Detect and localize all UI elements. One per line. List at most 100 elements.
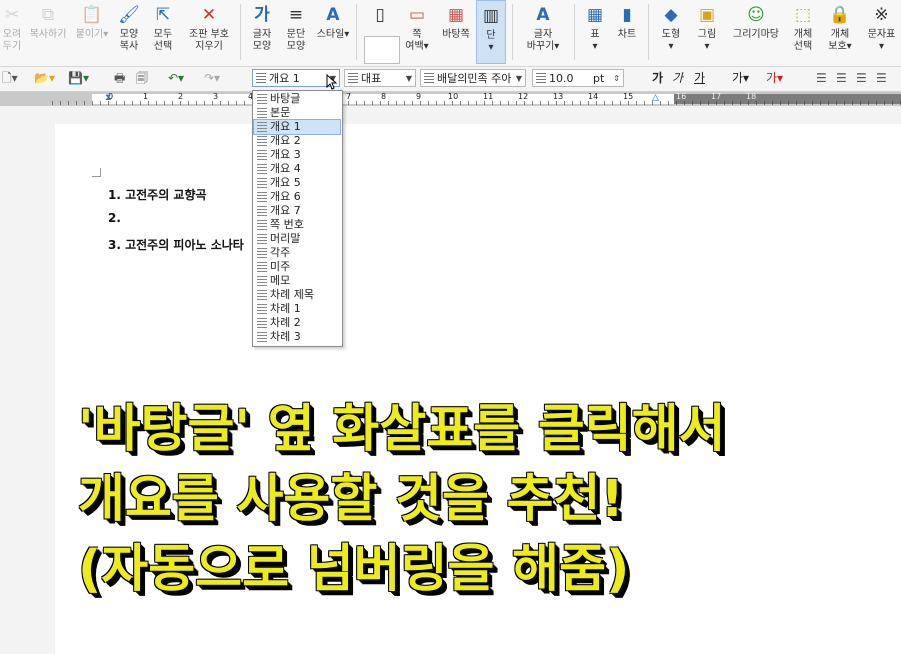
font-size-value: 10.0 [549,72,574,85]
style-list-icon [256,73,266,84]
shape-label: 도형 ▾ [661,29,681,52]
style-item[interactable]: 개요 3 [254,148,340,162]
chart-button[interactable]: ▮ 차트 [612,0,642,64]
style-item[interactable]: 차례 제목 [254,288,340,302]
paste-label: 붙이기▾ [75,29,109,40]
replace-char-button[interactable]: A 글자 바꾸기▾ [518,0,568,64]
ribbon-separator [356,4,357,60]
preview-icon[interactable]: 🗐 [136,70,148,87]
font-size-combo[interactable]: 10.0 pt ⇕ [532,69,624,87]
style-item-selected[interactable]: 개요 1 [253,119,341,135]
style-combo-value: 개요 1 [269,72,300,85]
style-item[interactable]: 본문 [254,106,340,120]
page-icon-button[interactable]: ▯ [360,0,400,64]
clear-format-button[interactable]: ✕ 조판 부호 지우기 [182,0,236,64]
ruler-number: 9 [416,92,422,101]
language-combo[interactable]: 대표 ▼ [344,69,416,87]
style-item[interactable]: 쪽 번호 [254,218,340,232]
brush-icon: 🖌 [118,5,140,25]
style-item[interactable]: 개요 5 [254,176,340,190]
style-item[interactable]: 메모 [254,274,340,288]
style-item[interactable]: 머리말 [254,232,340,246]
style-item-label: 개요 1 [270,120,301,133]
bold-button[interactable]: 가 [652,70,663,87]
ruler-number: 18 [746,92,757,101]
outline-line-2[interactable]: 2. [108,211,121,225]
style-icon [257,178,267,188]
print-icon[interactable]: 🖶 [114,70,125,87]
char-shape-button[interactable]: 가 글자 모양 [246,0,278,64]
drawing-label: 그리기마당 [733,29,779,40]
italic-button[interactable]: 가 [672,70,683,87]
scissors-icon: ✂ [4,5,20,25]
ribbon: ✂ 오려 두기 ⧉ 복사하기 📋 붙이기▾ 🖌 모양 복사 ⇱ 모두 선택 ✕ 조판 부호 … [0,0,901,67]
open-folder-icon[interactable]: 📂▾ [34,70,55,87]
style-button[interactable]: A 스타일▾ [314,0,352,64]
undo-icon[interactable]: ↶▾ [168,70,184,87]
style-item[interactable]: 차례 1 [254,302,340,316]
style-item[interactable]: 차례 2 [254,316,340,330]
chevron-down-icon[interactable]: ▼ [516,70,522,86]
picture-label: 그림 ▾ [697,29,717,52]
strike-button[interactable]: 가▾ [732,70,749,87]
underline-button[interactable]: 가 [694,70,705,87]
cut-button[interactable]: ✂ 오려 두기 [0,0,24,64]
style-item[interactable]: 바탕글 [254,92,340,106]
object-protect-button[interactable]: 🔒 개체 보호▾ [822,0,858,64]
para-shape-label: 문단 모양 [286,29,306,52]
save-icon[interactable]: 💾▾ [68,70,89,87]
replace-icon: A [536,5,550,25]
font-combo[interactable]: 배달의민족 주아 ▼ [420,69,526,87]
align-justify-icon[interactable]: ☰ [816,70,827,87]
page-margin-button[interactable]: ▭ 쪽 여백▾ [400,0,434,64]
format-copy-button[interactable]: 🖌 모양 복사 [112,0,146,64]
align-right-icon[interactable]: ☰ [856,70,867,87]
font-color-button[interactable]: 가▾ [766,70,783,87]
style-item[interactable]: 각주 [254,246,340,260]
right-indent-marker-icon[interactable]: △ [652,93,659,103]
spin-icon[interactable]: ⇕ [613,70,620,86]
background-button[interactable]: ▦ 바탕쪽 [436,0,476,64]
copy-icon: ⧉ [41,5,55,25]
style-item[interactable]: 개요 7 [254,204,340,218]
picture-button[interactable]: ▣ 그림 ▾ [690,0,724,64]
style-item-label: 개요 5 [270,176,301,189]
outline-line-3[interactable]: 3. 고전주의 피아노 소나타 [108,236,244,253]
para-shape-button[interactable]: ≡ 문단 모양 [280,0,312,64]
copy-button[interactable]: ⧉ 복사하기 [24,0,72,64]
indent-marker-icon[interactable]: ⧗ [105,93,111,103]
style-item[interactable]: 개요 6 [254,190,340,204]
language-combo-value: 대표 [361,72,382,85]
new-doc-icon[interactable]: 🗋▾ [2,70,18,87]
outline-line-1[interactable]: 1. 고전주의 교향곡 [108,186,207,203]
select-all-button[interactable]: ⇱ 모두 선택 [146,0,180,64]
format-copy-label: 모양 복사 [119,29,139,52]
style-item[interactable]: 개요 4 [254,162,340,176]
ribbon-separator [648,4,649,60]
horizontal-ruler[interactable]: 0 1 2 3 4 7 8 9 10 11 12 13 14 15 16 17 … [0,92,901,106]
clear-format-label: 조판 부호 지우기 [189,29,229,52]
style-item[interactable]: 미주 [254,260,340,274]
symbol-button[interactable]: ※ 문자표 ▾ [862,0,901,64]
style-icon [257,122,267,132]
style-icon [257,150,267,160]
chart-label: 차트 [617,29,637,40]
align-center-icon[interactable]: ☰ [876,70,887,87]
style-item[interactable]: 개요 2 [254,134,340,148]
lock-icon: 🔒 [829,5,851,25]
align-left-icon[interactable]: ☰ [836,70,847,87]
style-dropdown-list[interactable]: 바탕글 본문 개요 1 개요 2 개요 3 개요 4 개요 5 개요 6 개요 … [252,90,343,347]
style-icon [257,192,267,202]
style-icon [257,108,267,118]
columns-button[interactable]: ▥ 단 ▾ [476,0,506,64]
caption-line-1: '바탕글' 옆 화살표를 클릭해서 [78,400,726,459]
paste-button[interactable]: 📋 붙이기▾ [72,0,112,64]
drawing-button[interactable]: ☺ 그리기마당 [726,0,786,64]
chevron-down-icon[interactable]: ▼ [406,70,412,86]
style-item[interactable]: 차례 3 [254,330,340,344]
object-select-button[interactable]: ⬚ 개체 선택 [786,0,820,64]
shape-button[interactable]: ◆ 도형 ▾ [654,0,688,64]
style-item-label: 메모 [270,274,291,287]
table-button[interactable]: ▦ 표 ▾ [580,0,610,64]
redo-icon[interactable]: ↷▾ [204,70,220,87]
